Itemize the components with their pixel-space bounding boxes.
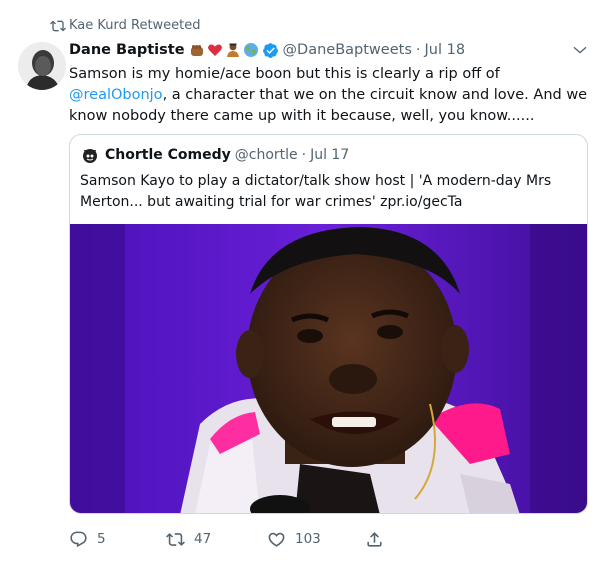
heart-icon bbox=[268, 532, 285, 547]
reply-button[interactable]: 5 bbox=[69, 528, 106, 550]
quoted-tweet-text: Samson Kayo to play a dictator/talk show… bbox=[80, 173, 552, 210]
retweet-button[interactable]: 47 bbox=[166, 528, 211, 550]
share-icon bbox=[367, 531, 382, 547]
like-button[interactable]: 103 bbox=[267, 528, 321, 550]
quoted-author-name[interactable]: Chortle Comedy bbox=[105, 147, 231, 163]
quoted-tweet-header: Chortle Comedy @chortle · Jul 17 bbox=[80, 145, 349, 165]
tweet-actions: 5 47 103 bbox=[69, 528, 399, 550]
chevron-down-icon[interactable] bbox=[572, 42, 588, 58]
quoted-tweet[interactable]: Chortle Comedy @chortle · Jul 17 Samson … bbox=[69, 134, 588, 514]
retweet-banner-text[interactable]: Kae Kurd Retweeted bbox=[69, 17, 201, 35]
author-name[interactable]: Dane Baptiste bbox=[69, 42, 185, 58]
mention-link[interactable]: @realObonjo bbox=[69, 87, 163, 103]
retweet-icon bbox=[166, 532, 185, 546]
reply-count: 5 bbox=[97, 531, 106, 547]
quoted-header-separator: · bbox=[301, 147, 307, 163]
retweet-count: 47 bbox=[194, 531, 212, 547]
share-button[interactable] bbox=[365, 528, 393, 550]
author-handle[interactable]: @DaneBaptweets bbox=[283, 42, 412, 58]
like-count: 103 bbox=[295, 531, 321, 547]
retweet-icon bbox=[50, 20, 66, 32]
fist-emoji bbox=[190, 45, 203, 56]
person-emoji bbox=[226, 43, 239, 57]
tweet-header: Dane Baptiste @DaneBaptweets · Jul 18 bbox=[69, 40, 465, 60]
verified-badge-icon bbox=[262, 42, 278, 58]
heart-emoji bbox=[207, 44, 222, 56]
earth-emoji bbox=[243, 43, 258, 57]
quoted-author-handle[interactable]: @chortle bbox=[235, 147, 298, 163]
reply-icon bbox=[70, 531, 87, 547]
tweet-date[interactable]: Jul 18 bbox=[424, 42, 465, 58]
quoted-author-avatar[interactable] bbox=[80, 145, 100, 165]
tweet-text: Samson is my homie/ace boon but this is … bbox=[69, 64, 589, 127]
tweet-text-before-mention: Samson is my homie/ace boon but this is … bbox=[69, 66, 500, 82]
header-separator: · bbox=[415, 42, 421, 58]
quoted-tweet-date[interactable]: Jul 17 bbox=[310, 147, 349, 163]
author-avatar[interactable] bbox=[18, 42, 66, 90]
quoted-tweet-photo[interactable] bbox=[70, 224, 587, 513]
